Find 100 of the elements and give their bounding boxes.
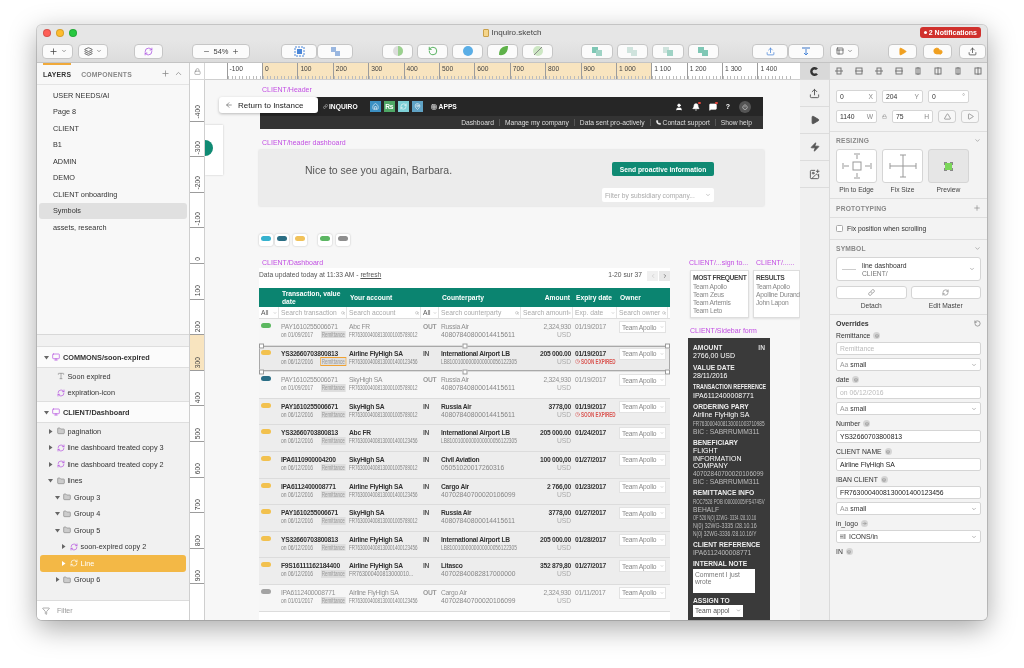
share-icon <box>968 46 977 56</box>
caret-icon[interactable] <box>974 137 981 144</box>
group-button[interactable] <box>281 43 317 59</box>
forward-button[interactable] <box>752 43 788 59</box>
resize-handle[interactable] <box>462 369 467 375</box>
slashed-circle-icon <box>531 45 544 57</box>
mask-button[interactable] <box>452 43 483 59</box>
caret-icon <box>971 505 977 512</box>
add-image-icon[interactable] <box>809 168 820 180</box>
insert-button[interactable] <box>42 43 73 59</box>
edit-master-button[interactable] <box>910 286 981 299</box>
add-page-icon[interactable] <box>161 69 170 78</box>
reset-icon[interactable] <box>974 320 981 327</box>
app-tile[interactable] <box>411 101 423 112</box>
lock-icon[interactable] <box>882 114 887 119</box>
create-symbol-button[interactable] <box>134 43 163 59</box>
expand-icon[interactable] <box>48 445 53 451</box>
back-icon <box>225 101 233 109</box>
checkbox[interactable] <box>836 225 843 232</box>
app-tile[interactable] <box>397 101 409 112</box>
resize-handle[interactable] <box>259 369 264 375</box>
align-icon[interactable] <box>854 67 863 75</box>
align-icon[interactable] <box>874 67 883 75</box>
align-icon[interactable] <box>914 67 923 75</box>
collapse-icon[interactable] <box>43 354 49 360</box>
folder-icon <box>63 509 71 518</box>
collapse-icon[interactable] <box>54 494 60 500</box>
caret-icon <box>60 48 67 54</box>
preview-square <box>945 162 952 170</box>
resize-handle[interactable] <box>259 343 264 349</box>
resize-handle[interactable] <box>665 343 670 349</box>
folder-icon <box>56 476 65 485</box>
minimize-button[interactable] <box>56 28 64 37</box>
expand-icon[interactable] <box>48 428 53 434</box>
next-page-button[interactable] <box>659 271 670 281</box>
align-icon[interactable] <box>894 67 903 75</box>
chat-icon[interactable] <box>708 102 717 111</box>
resizing-control[interactable] <box>882 149 923 183</box>
expand-icon[interactable] <box>61 544 66 550</box>
zoom-button[interactable] <box>69 28 77 37</box>
resize-handle[interactable] <box>462 343 467 349</box>
edit-button[interactable] <box>382 43 413 59</box>
align-icon[interactable] <box>934 67 943 75</box>
lock-icon[interactable] <box>193 67 201 75</box>
caret-icon <box>736 608 741 614</box>
override-icon <box>880 476 888 483</box>
bolt-icon[interactable] <box>809 142 820 152</box>
cloud-button[interactable] <box>923 43 952 59</box>
upload-icon <box>765 46 775 56</box>
collapse-icon[interactable] <box>48 478 53 484</box>
collapse-icon[interactable] <box>43 409 49 415</box>
share-button[interactable] <box>959 43 986 59</box>
group-icon <box>293 45 305 57</box>
rotate-button[interactable] <box>417 43 448 59</box>
resize-handle[interactable] <box>665 369 670 375</box>
boolean-button[interactable] <box>652 43 684 59</box>
scale-button[interactable] <box>487 43 518 59</box>
override-icon <box>873 332 881 339</box>
preview-button[interactable] <box>888 43 917 59</box>
symbol-icon <box>56 460 65 469</box>
flatten-button[interactable] <box>522 43 553 59</box>
ungroup-button[interactable] <box>317 43 353 59</box>
link-icon <box>867 289 875 296</box>
export-icon[interactable] <box>809 87 820 99</box>
boolean-button[interactable] <box>687 43 719 59</box>
boolean-button[interactable] <box>581 43 613 59</box>
chevron-right-icon <box>661 273 668 279</box>
collapse-icon[interactable] <box>54 527 60 533</box>
expand-icon[interactable] <box>54 577 60 583</box>
folder-icon <box>56 427 65 436</box>
power-button[interactable] <box>739 100 751 113</box>
boolean-button[interactable] <box>616 43 648 59</box>
phone-icon <box>655 120 661 125</box>
detach-button[interactable] <box>836 286 907 299</box>
caret-icon[interactable] <box>974 245 981 252</box>
c-logo-icon <box>809 65 820 77</box>
symbol-icon <box>56 388 65 397</box>
align-icon[interactable] <box>973 67 982 75</box>
flip-button[interactable] <box>938 110 956 123</box>
app-tile[interactable] <box>369 101 381 112</box>
user-icon[interactable] <box>674 102 683 111</box>
add-icon[interactable] <box>973 204 981 212</box>
go-to-icon[interactable] <box>860 520 868 527</box>
caret-icon <box>705 192 711 198</box>
notification-dot <box>698 101 701 104</box>
align-icon[interactable] <box>835 67 843 75</box>
expand-icon[interactable] <box>48 461 53 467</box>
collapse-icon[interactable] <box>54 511 60 517</box>
crosshair-icon <box>887 153 918 179</box>
resizing-control[interactable] <box>836 149 877 183</box>
backward-button[interactable] <box>788 43 824 59</box>
return-button[interactable]: Return to Instance <box>219 97 318 113</box>
close-button[interactable] <box>43 28 51 37</box>
align-icon[interactable] <box>954 67 963 75</box>
bell-icon[interactable] <box>691 102 700 111</box>
flip-button[interactable] <box>961 110 979 123</box>
caret-icon <box>969 266 975 272</box>
layers-button[interactable] <box>78 43 108 59</box>
play-icon[interactable] <box>809 115 820 125</box>
view-button[interactable] <box>830 43 859 59</box>
